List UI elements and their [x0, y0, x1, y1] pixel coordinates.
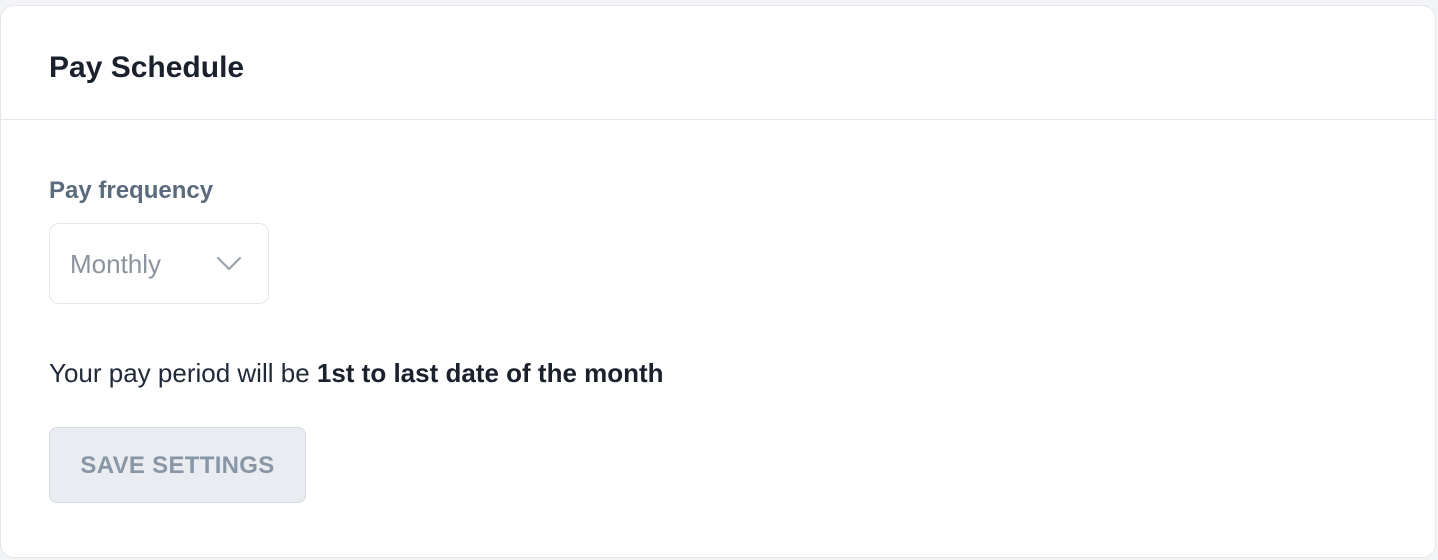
pay-frequency-select[interactable]: Monthly: [49, 223, 269, 304]
pay-schedule-card: Pay Schedule Pay frequency Monthly Your …: [0, 5, 1436, 558]
card-header: Pay Schedule: [1, 6, 1435, 120]
pay-period-prefix: Your pay period will be: [49, 358, 317, 388]
save-settings-button[interactable]: SAVE SETTINGS: [49, 427, 306, 503]
pay-frequency-label: Pay frequency: [49, 177, 214, 204]
card-title: Pay Schedule: [49, 51, 245, 84]
pay-frequency-value: Monthly: [70, 249, 162, 279]
pay-period-description: Your pay period will be 1st to last date…: [49, 357, 664, 389]
chevron-down-icon: [216, 256, 242, 271]
pay-period-range: 1st to last date of the month: [316, 358, 664, 388]
